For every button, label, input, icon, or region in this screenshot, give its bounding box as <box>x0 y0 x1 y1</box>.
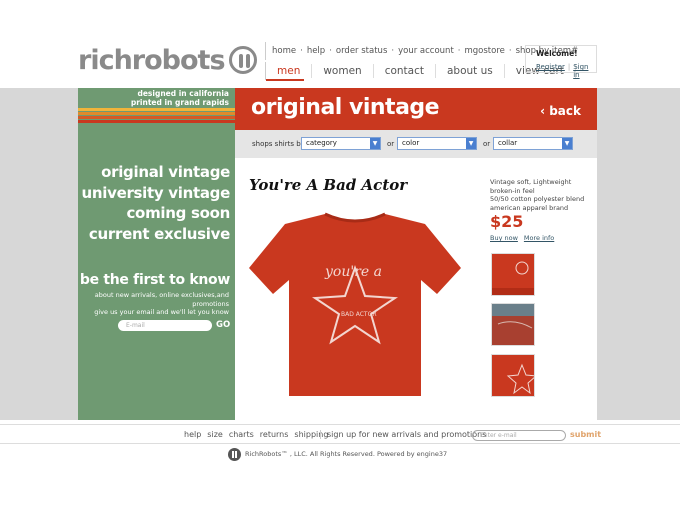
product-description: Vintage soft, Lightweight broken-in feel… <box>490 178 590 212</box>
submit-button[interactable]: submit <box>570 430 601 439</box>
copyright-text: RichRobots™ , LLC. All Rights Reserved. … <box>245 450 448 458</box>
footer-link-size[interactable]: size <box>207 430 223 439</box>
shirt-print-text: you're a <box>324 264 382 280</box>
sidebar-link-original-vintage[interactable]: original vintage <box>78 162 230 183</box>
richrobots-logo-icon <box>228 447 241 461</box>
back-arrow-icon: ‹ <box>540 104 546 118</box>
nav-women[interactable]: women <box>312 64 374 78</box>
nav-men[interactable]: men <box>266 64 313 78</box>
thumbnail-image <box>492 355 534 396</box>
link-separator: · <box>391 46 395 56</box>
shirt-star-text: BAD ACTOR <box>341 311 377 318</box>
footer-signup-text: sign up for new arrivals and promotions <box>320 430 486 439</box>
link-help[interactable]: help <box>307 46 325 56</box>
sidebar-email-input[interactable]: E-mail <box>118 320 212 331</box>
tagline-line1: designed in california <box>137 89 229 98</box>
desc-line: 50/50 cotton polyester blend <box>490 195 585 203</box>
newsletter-line2: promotions <box>192 299 229 308</box>
tagline-line2: printed in grand rapids <box>130 98 229 107</box>
copyright: RichRobots™ , LLC. All Rights Reserved. … <box>228 446 447 462</box>
product-thumbnail[interactable] <box>491 303 535 346</box>
newsletter-line3: give us your email and we'll let you kno… <box>94 308 229 316</box>
nav-contact[interactable]: contact <box>374 64 436 78</box>
link-mgostore[interactable]: mgostore <box>464 46 504 56</box>
stripe <box>78 112 235 115</box>
link-your-account[interactable]: your account <box>398 46 454 56</box>
product-price: $25 <box>490 212 524 231</box>
or-label: or <box>483 140 491 148</box>
sidebar-link-current-exclusive[interactable]: current exclusive <box>78 224 230 245</box>
product-thumbnail[interactable] <box>491 253 535 296</box>
footer-link-help[interactable]: help <box>184 430 201 439</box>
desc-line: american apparel brand <box>490 203 569 212</box>
back-button[interactable]: ‹ back <box>540 104 581 118</box>
desc-line: Vintage soft, Lightweight <box>490 178 572 186</box>
product-actions: Buy now More info <box>490 234 554 242</box>
signin-link[interactable]: Sign in <box>573 63 596 79</box>
logo-icon <box>228 46 257 74</box>
tagline: designed in california printed in grand … <box>131 89 229 107</box>
filter-bar: shops shirts by category ▼ or color ▼ or… <box>235 130 597 158</box>
link-separator: · <box>457 46 461 56</box>
welcome-box: Welcome! Register | Sign in <box>525 45 597 79</box>
more-info-link[interactable]: More info <box>524 234 554 242</box>
link-home[interactable]: home <box>272 46 296 56</box>
product-thumbnail[interactable] <box>491 354 535 397</box>
back-label: back <box>549 104 581 118</box>
logo-text: richrobots <box>78 44 226 76</box>
sidebar-link-coming-soon[interactable]: coming soon <box>78 203 230 224</box>
dropdown-arrow-icon: ▼ <box>370 138 380 149</box>
page: richrobots home · help · order status · … <box>0 0 680 510</box>
footer-links: help size charts returns shipping <box>184 430 328 439</box>
category-select[interactable]: category ▼ <box>301 137 381 150</box>
sidebar-links: original vintage university vintage comi… <box>78 162 231 245</box>
logo[interactable]: richrobots <box>78 44 257 76</box>
collar-select[interactable]: collar ▼ <box>493 137 573 150</box>
dropdown-arrow-icon: ▼ <box>466 138 476 149</box>
register-link[interactable]: Register <box>536 63 565 79</box>
or-label: or <box>387 140 395 148</box>
nav-about-us[interactable]: about us <box>436 64 505 78</box>
active-nav-indicator <box>266 79 304 81</box>
footer-bar: help size charts returns shipping sign u… <box>0 424 680 444</box>
product-panel: You're A Bad Actor you're a BAD ACTOR Vi… <box>235 158 597 420</box>
thumbnail-image <box>492 254 534 295</box>
collar-select-value: collar <box>498 139 518 147</box>
section-header: original vintage ‹ back <box>235 88 597 130</box>
product-title: You're A Bad Actor <box>249 176 408 194</box>
buy-now-link[interactable]: Buy now <box>490 234 518 242</box>
welcome-title: Welcome! <box>536 49 578 58</box>
desc-line: broken-in feel <box>490 186 535 195</box>
thumbnail-image <box>492 304 534 345</box>
link-separator: · <box>329 46 332 56</box>
link-separator: · <box>508 46 512 56</box>
go-button[interactable]: GO <box>216 320 230 330</box>
color-select-value: color <box>402 139 420 147</box>
category-select-value: category <box>306 139 337 147</box>
filter-label: shops shirts by <box>252 140 305 148</box>
newsletter-line1: about new arrivals, online exclusives,an… <box>94 291 229 299</box>
link-separator: · <box>300 46 303 56</box>
sidebar-link-university-vintage[interactable]: university vintage <box>78 183 231 204</box>
welcome-separator: | <box>567 63 571 71</box>
color-select[interactable]: color ▼ <box>397 137 477 150</box>
product-image[interactable]: you're a BAD ACTOR <box>245 210 465 400</box>
stripe-decoration <box>78 108 235 124</box>
stripe <box>78 116 235 119</box>
link-order-status[interactable]: order status <box>336 46 388 56</box>
section-title: original vintage <box>251 95 440 120</box>
tshirt-shape <box>249 214 461 396</box>
dropdown-arrow-icon: ▼ <box>562 138 572 149</box>
stripe <box>78 108 235 111</box>
left-sidebar <box>78 88 235 420</box>
sidebar-header: designed in california printed in grand … <box>78 88 235 130</box>
footer-link-returns[interactable]: returns <box>260 430 289 439</box>
footer-email-input[interactable]: Enter e-mail <box>472 430 566 441</box>
newsletter-description: about new arrivals, online exclusives,an… <box>78 291 229 317</box>
stripe <box>78 120 235 123</box>
newsletter-heading: be the first to know <box>79 272 230 288</box>
footer-link-charts[interactable]: charts <box>229 430 254 439</box>
